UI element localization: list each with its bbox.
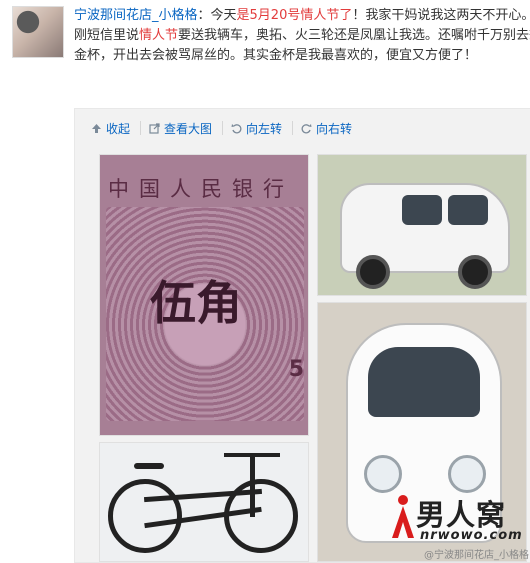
- user-avatar[interactable]: [12, 6, 64, 58]
- post-highlight-date: 是5月20号情人节了: [236, 8, 353, 23]
- rotate-right-label: 向右转: [316, 121, 353, 136]
- headlight: [364, 455, 402, 493]
- view-large-label: 查看大图: [164, 121, 213, 136]
- photo-banknote[interactable]: 中国人民银行 伍角 5: [99, 154, 309, 436]
- topic-link[interactable]: 情人节: [139, 28, 178, 43]
- headlight: [448, 455, 486, 493]
- rotate-left-icon: [231, 123, 242, 133]
- external-link-icon: [149, 122, 160, 134]
- banknote-header-text: 中国人民银行: [108, 177, 294, 201]
- collapse-label: 收起: [106, 121, 131, 136]
- watermark-author: @宁波那间花店_小格格: [424, 550, 529, 561]
- man-figure-logo-icon: [392, 495, 414, 538]
- photo-small-car[interactable]: [317, 154, 527, 296]
- banknote-value-text: 伍角: [150, 276, 242, 330]
- watermark-domain: nrwowo.com: [420, 528, 523, 543]
- photo-bicycle[interactable]: [99, 442, 309, 562]
- rotate-right-button[interactable]: 向右转: [301, 121, 362, 136]
- post-content: 宁波那间花店_小格格：今天是5月20号情人节了！我家干妈说我这两天不开心。刚短信…: [74, 6, 530, 66]
- car-wheel: [356, 255, 390, 289]
- collapse-button[interactable]: 收起: [91, 121, 142, 136]
- bicycle-handlebar: [224, 453, 280, 457]
- micro-car-windshield: [368, 347, 480, 417]
- rotate-right-icon: [301, 123, 312, 133]
- car-window: [448, 195, 488, 225]
- rotate-left-button[interactable]: 向左转: [231, 121, 294, 136]
- car-wheel: [458, 255, 492, 289]
- rotate-left-label: 向左转: [246, 121, 283, 136]
- image-toolbar: 收起 查看大图 向左转 向右转: [75, 109, 370, 147]
- collapse-icon: [92, 123, 101, 133]
- view-large-button[interactable]: 查看大图: [149, 121, 224, 136]
- bicycle-wheel: [108, 479, 182, 553]
- author-link[interactable]: 宁波那间花店_小格格: [74, 8, 198, 23]
- bicycle-fork: [250, 457, 255, 517]
- site-watermark: 男人窝 nrwowo.com @宁波那间花店_小格格: [390, 492, 530, 562]
- bicycle-saddle: [134, 463, 164, 469]
- car-window: [402, 195, 442, 225]
- banknote-digit-text: 5: [288, 357, 304, 382]
- post-text-colon: ：今天: [197, 8, 237, 23]
